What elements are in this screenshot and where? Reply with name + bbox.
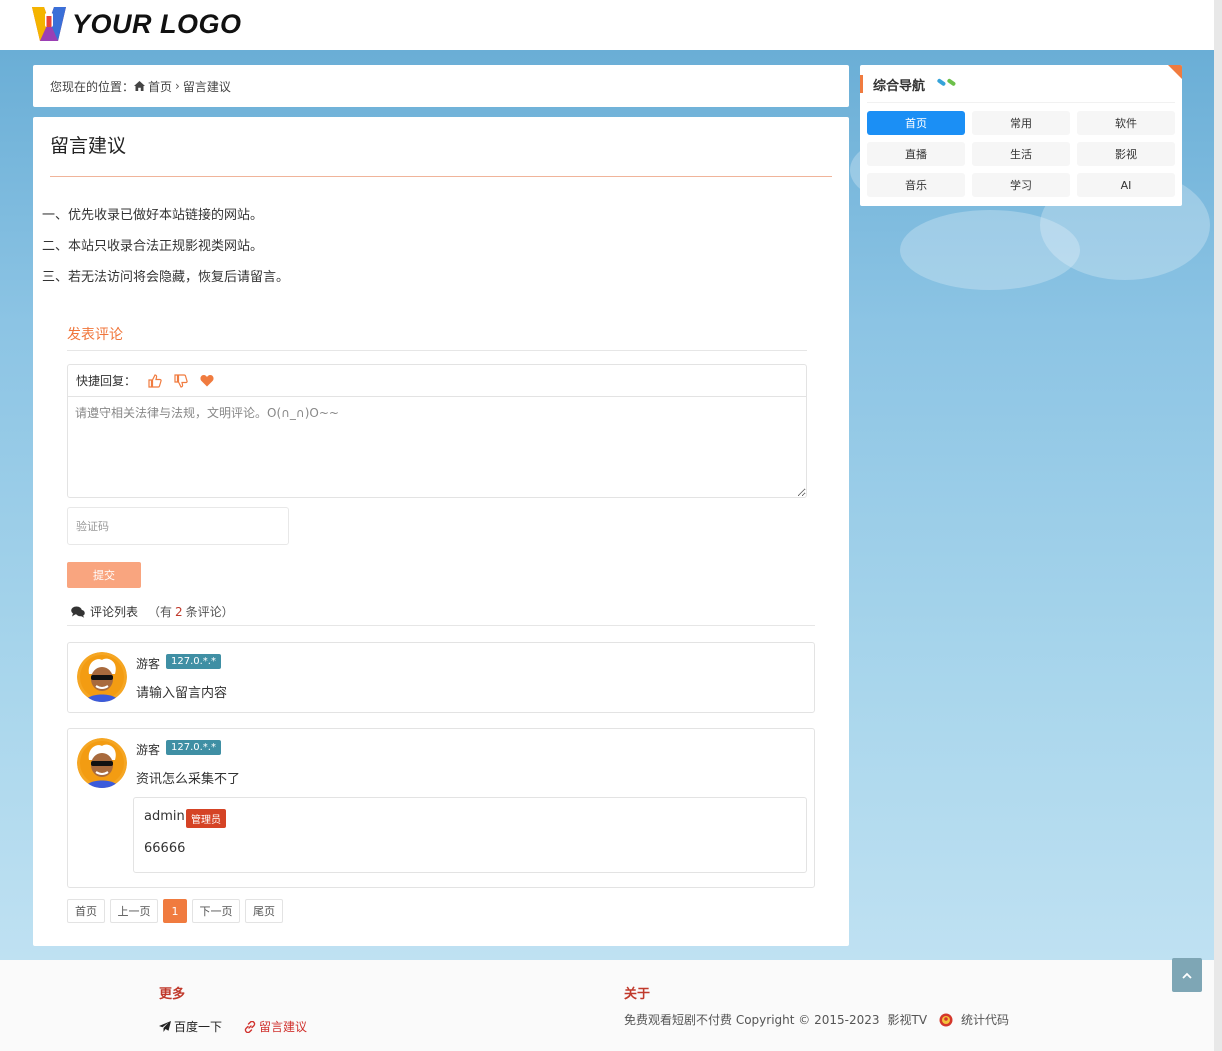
quick-reply-label: 快捷回复： — [76, 374, 137, 388]
thumb-down-icon[interactable] — [174, 373, 188, 388]
link-icon — [244, 1020, 256, 1033]
thumb-up-icon[interactable] — [148, 373, 162, 388]
footer-about-heading: 关于 — [624, 987, 651, 1002]
site-footer: 更多 百度一下 留言建议 关于 免费观看短剧不付费 Copyright © 20… — [0, 960, 1214, 1051]
page-title: 留言建议 — [50, 135, 127, 157]
rule-item: 一、优先收录已做好本站链接的网站。 — [42, 208, 264, 223]
captcha-input[interactable] — [67, 507, 289, 545]
ip-badge: 127.0.*.* — [166, 654, 221, 669]
logo-text: YOUR LOGO — [72, 8, 242, 39]
pagination: 首页 上一页 1 下一页 尾页 — [67, 899, 288, 923]
nav-item-life[interactable]: 生活 — [972, 142, 1070, 166]
footer-about: 免费观看短剧不付费 Copyright © 2015-2023 影视TV 统计代… — [624, 1011, 1009, 1028]
footer-link-label: 百度一下 — [174, 1020, 223, 1034]
nav-item-study[interactable]: 学习 — [972, 173, 1070, 197]
back-to-top-button[interactable] — [1172, 958, 1202, 992]
comment-list-divider — [67, 625, 815, 626]
breadcrumb-home-link[interactable]: 首页 — [148, 78, 172, 95]
comment-form-title: 发表评论 — [67, 327, 123, 343]
copyright-text: 免费观看短剧不付费 Copyright © 2015-2023 — [624, 1013, 880, 1027]
paper-plane-icon — [159, 1021, 171, 1032]
emblem-icon — [939, 1013, 953, 1027]
reply-text: 66666 — [144, 841, 186, 856]
comment-count-suffix: 条评论） — [185, 605, 234, 619]
main-panel: 留言建议 一、优先收录已做好本站链接的网站。 二、本站只收录合法正规影视类网站。… — [33, 117, 849, 946]
sidebar-divider — [867, 102, 1175, 103]
avatar — [77, 652, 127, 702]
stats-code-link[interactable]: 统计代码 — [961, 1011, 1009, 1028]
nav-item-live[interactable]: 直播 — [867, 142, 965, 166]
quick-reply-bar: 快捷回复： — [68, 365, 806, 397]
reply-author: admin — [144, 809, 185, 824]
comment-author: 游客 — [136, 657, 161, 671]
nav-item-music[interactable]: 音乐 — [867, 173, 965, 197]
site-header: YOUR LOGO — [0, 0, 1222, 50]
footer-link-baidu[interactable]: 百度一下 — [159, 1018, 222, 1035]
heart-icon[interactable] — [200, 374, 214, 387]
comment-item: 游客 127.0.*.* 请输入留言内容 — [67, 642, 815, 713]
footer-link-feedback[interactable]: 留言建议 — [244, 1018, 307, 1035]
title-divider — [50, 176, 832, 177]
submit-button[interactable]: 提交 — [67, 562, 141, 588]
ip-badge: 127.0.*.* — [166, 740, 221, 755]
site-name: 影视TV — [887, 1013, 928, 1027]
rules-list: 一、优先收录已做好本站链接的网站。 二、本站只收录合法正规影视类网站。 三、若无… — [42, 206, 289, 299]
nav-item-video[interactable]: 影视 — [1077, 142, 1175, 166]
footer-link-label: 留言建议 — [259, 1020, 308, 1034]
page-next-button[interactable]: 下一页 — [192, 899, 240, 923]
nav-item-home[interactable]: 首页 — [867, 111, 965, 135]
site-logo[interactable]: YOUR LOGO — [32, 6, 242, 42]
comment-textarea[interactable] — [68, 397, 806, 497]
rule-item: 三、若无法访问将会隐藏，恢复后请留言。 — [42, 270, 290, 285]
page-current-button[interactable]: 1 — [163, 899, 187, 923]
logo-mark-icon — [32, 7, 66, 41]
nav-item-ai[interactable]: AI — [1077, 173, 1175, 197]
breadcrumb-current: 留言建议 — [182, 79, 231, 94]
comment-list-heading: 评论列表 — [90, 605, 139, 619]
comment-item: 游客 127.0.*.* 资讯怎么采集不了 admin 管理员 66666 — [67, 728, 815, 888]
page-first-button[interactable]: 首页 — [67, 899, 105, 923]
breadcrumb-separator: › — [175, 79, 180, 93]
page-prev-button[interactable]: 上一页 — [110, 899, 158, 923]
breadcrumb: 您现在的位置： 首页 › 留言建议 — [33, 65, 849, 107]
sidebar-title: 综合导航 — [873, 79, 926, 94]
comment-count-prefix: （有 — [148, 605, 173, 619]
comment-author: 游客 — [136, 743, 161, 757]
comment-editor: 快捷回复： — [67, 364, 807, 498]
page-scrollbar[interactable] — [1214, 0, 1222, 1051]
comment-list-header: 评论列表 （有 2 条评论） — [71, 603, 234, 620]
admin-reply: admin 管理员 66666 — [133, 797, 807, 873]
section-divider — [67, 350, 807, 351]
footer-more-heading: 更多 — [159, 987, 186, 1002]
avatar — [77, 738, 127, 788]
home-icon — [134, 81, 146, 91]
sidebar-nav-panel: 综合导航 首页 常用 软件 直播 生活 影视 音乐 学习 AI — [860, 65, 1182, 206]
comments-icon — [71, 606, 85, 618]
rule-item: 二、本站只收录合法正规影视类网站。 — [42, 239, 264, 254]
pill-decoration-icon — [936, 78, 958, 88]
nav-grid: 首页 常用 软件 直播 生活 影视 音乐 学习 AI — [867, 111, 1175, 197]
comment-text: 请输入留言内容 — [136, 686, 228, 701]
footer-links: 百度一下 留言建议 — [159, 1018, 329, 1035]
nav-item-software[interactable]: 软件 — [1077, 111, 1175, 135]
chevron-up-icon — [1182, 972, 1192, 979]
admin-badge: 管理员 — [186, 809, 226, 828]
corner-ribbon — [1168, 65, 1182, 79]
comment-count: 2 — [175, 604, 183, 619]
comment-text: 资讯怎么采集不了 — [136, 772, 241, 787]
nav-item-common[interactable]: 常用 — [972, 111, 1070, 135]
page-last-button[interactable]: 尾页 — [245, 899, 283, 923]
breadcrumb-prefix: 您现在的位置： — [50, 79, 135, 94]
title-accent-bar — [860, 75, 863, 93]
